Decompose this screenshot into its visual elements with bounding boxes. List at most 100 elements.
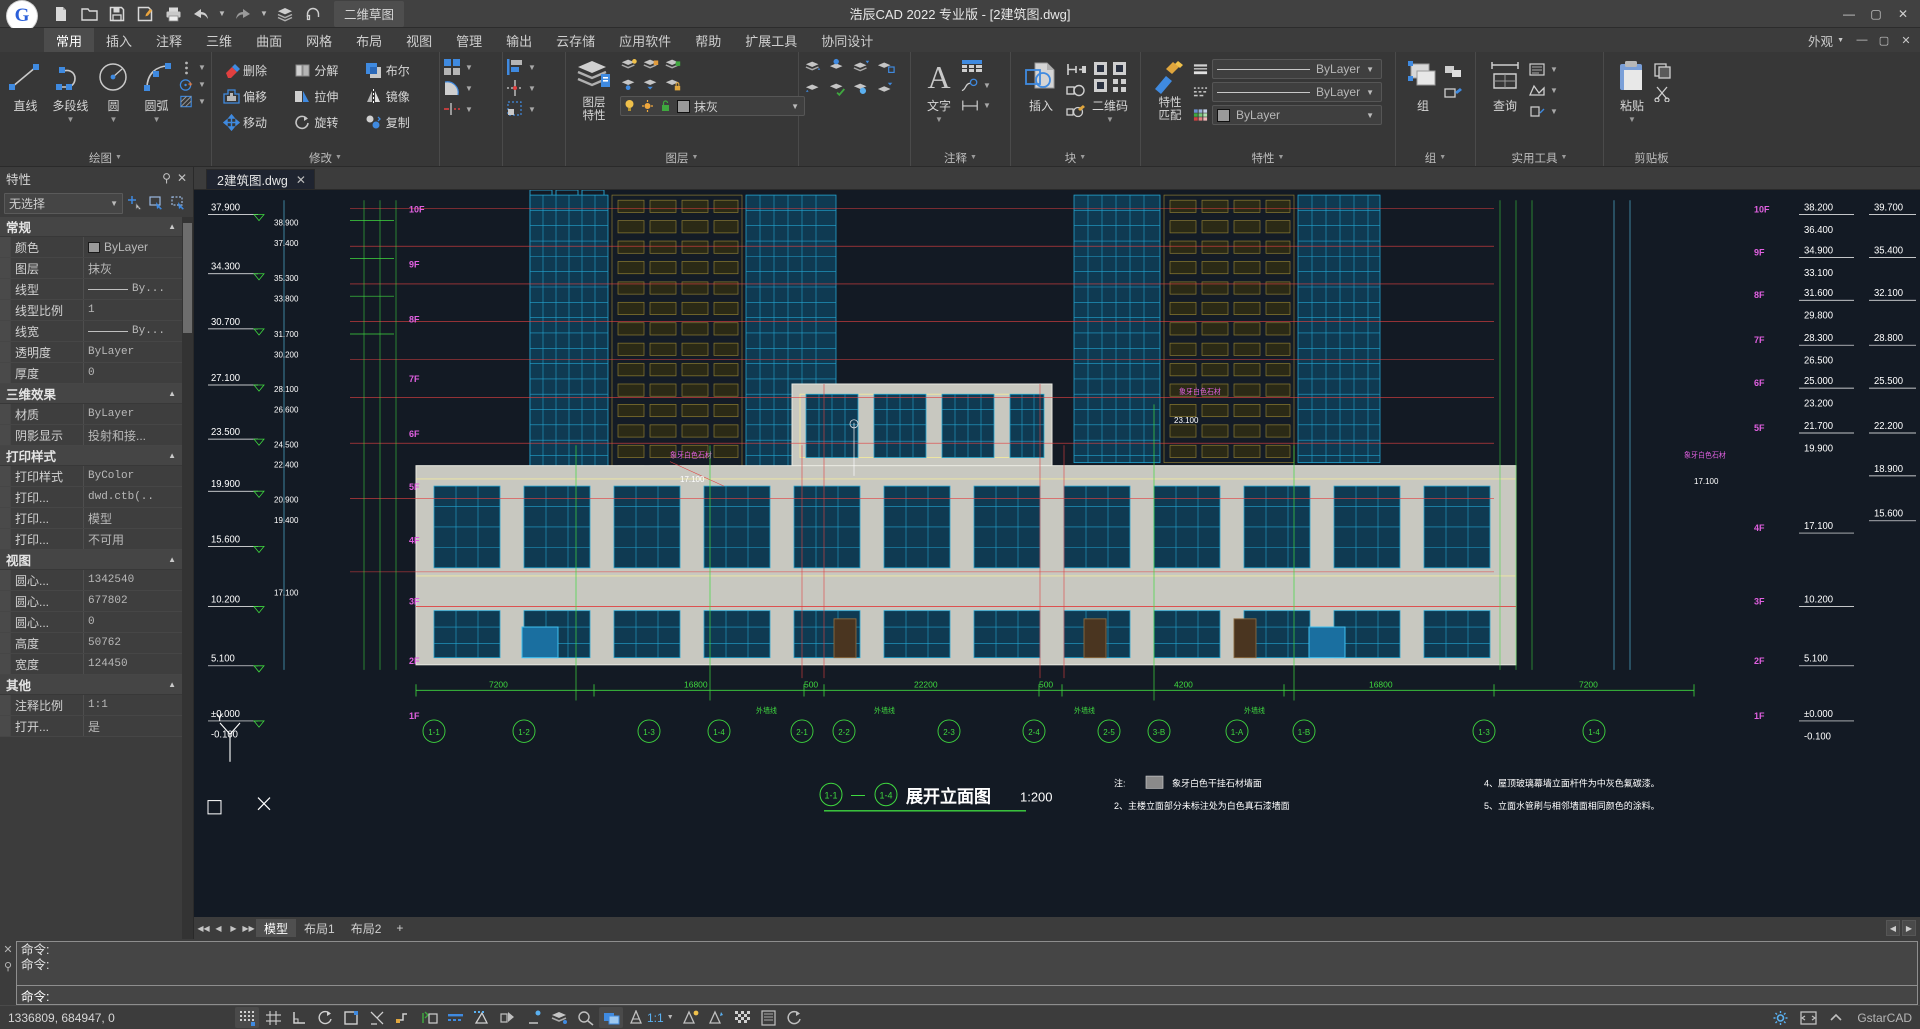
save-file-button[interactable] — [104, 2, 130, 26]
prop-value[interactable]: ByLayer — [84, 237, 182, 257]
quick-select-button[interactable] — [170, 194, 189, 213]
mirror-tool[interactable]: 镜像 — [363, 84, 436, 108]
status-grid-display-toggle[interactable] — [261, 1007, 285, 1028]
status-annotation-monitor-toggle[interactable] — [521, 1007, 545, 1028]
draw-more-caret-2-icon[interactable]: ▼ — [196, 80, 208, 89]
command-line-pin-icon[interactable]: ⚲ — [4, 960, 12, 973]
layer-unlock-icon[interactable] — [664, 56, 682, 74]
fillet-caret-icon[interactable]: ▼ — [463, 84, 475, 93]
maximize-button[interactable]: ▢ — [1863, 3, 1889, 25]
ribbon-tab-zhushi[interactable]: 注释 — [144, 28, 194, 52]
circle-tool[interactable]: 圆 ▼ — [93, 56, 134, 124]
properties-group-plotstyle[interactable]: 打印样式 ▲ — [0, 446, 182, 466]
ribbon-tab-yingyongruanjian[interactable]: 应用软件 — [607, 28, 683, 52]
annotation-panel-expand-caret-icon[interactable]: ▼ — [970, 154, 977, 161]
layout-prev-button[interactable]: ◀ — [211, 919, 226, 937]
draw-panel-expand-caret-icon[interactable]: ▼ — [115, 154, 122, 161]
command-line-close-icon[interactable]: ✕ — [3, 943, 12, 956]
ungroup-icon[interactable] — [1444, 62, 1462, 80]
property-row[interactable]: 透明度 ByLayer — [0, 342, 182, 363]
stretch-tool[interactable]: 拉伸 — [291, 84, 362, 108]
status-auto-scale-button[interactable] — [705, 1007, 729, 1028]
insert-block-tool[interactable]: 插入 — [1017, 56, 1065, 114]
status-object-snap-toggle[interactable] — [339, 1007, 363, 1028]
query-tool[interactable]: 查询 — [1482, 56, 1528, 114]
layout-tab-layout2[interactable]: 布局2 — [343, 919, 390, 937]
status-lineweight-toggle[interactable] — [443, 1007, 467, 1028]
array-tool-row[interactable]: ▼ — [443, 58, 475, 76]
break-caret-icon[interactable]: ▼ — [463, 105, 475, 114]
document-tab-close-icon[interactable]: ✕ — [296, 173, 306, 187]
break-tool-row[interactable]: ▼ — [443, 100, 475, 118]
layout-next-button[interactable]: ▶ — [226, 919, 241, 937]
ribbon-tab-qumian[interactable]: 曲面 — [244, 28, 294, 52]
app-logo[interactable]: G — [0, 0, 44, 31]
property-row[interactable]: 圆心... 1342540 — [0, 570, 182, 591]
leader-caret-icon[interactable]: ▼ — [981, 81, 993, 90]
draw-more-row-3[interactable]: ▼ — [179, 94, 208, 109]
util-caret-2-icon[interactable]: ▼ — [1548, 86, 1560, 95]
layer-previous-icon[interactable] — [829, 58, 847, 76]
property-row[interactable]: 线型 By... — [0, 279, 182, 300]
trim-caret-icon[interactable]: ▼ — [526, 84, 538, 93]
status-dynamic-input-toggle[interactable] — [417, 1007, 441, 1028]
scale-tool-row[interactable]: ▼ — [506, 100, 538, 118]
object-color-combo[interactable]: ByLayer ▼ — [1212, 105, 1382, 125]
leader-tool-row[interactable]: ▼ — [961, 76, 993, 94]
selection-combo[interactable]: 无选择 ▼ — [4, 192, 123, 214]
appearance-menu[interactable]: 外观 ▼ — [1802, 31, 1850, 50]
ribbon-tab-wangge[interactable]: 网格 — [294, 28, 344, 52]
explode-tool[interactable]: 分解 — [291, 58, 362, 82]
prop-value[interactable]: By... — [84, 279, 182, 299]
hscroll-right-button[interactable]: ▶ — [1902, 920, 1916, 936]
group-edit-icon[interactable] — [1444, 84, 1462, 102]
ribbon-tab-charu[interactable]: 插入 — [94, 28, 144, 52]
group-tool[interactable]: 组 — [1402, 56, 1444, 114]
selection-caret-icon[interactable]: ▼ — [110, 199, 118, 208]
layout-first-button[interactable]: ◀◀ — [196, 919, 211, 937]
layer-on-icon[interactable] — [620, 76, 638, 94]
prop-value[interactable]: ByLayer — [84, 342, 182, 362]
status-clean-screen-icon[interactable] — [1796, 1007, 1820, 1028]
property-row[interactable]: 线宽 By... — [0, 321, 182, 342]
line-tool[interactable]: 直线 — [3, 56, 48, 114]
prop-value[interactable]: 50762 — [84, 633, 182, 653]
copy-tool[interactable]: 复制 — [363, 110, 436, 134]
array-caret-icon[interactable]: ▼ — [463, 63, 475, 72]
ribbon-tab-shuchu[interactable]: 输出 — [494, 28, 544, 52]
trim-tool-row[interactable]: ▼ — [506, 79, 538, 97]
lineweight-combo[interactable]: ByLayer ▼ — [1212, 59, 1382, 79]
property-row[interactable]: 打印... 模型 — [0, 508, 182, 529]
text-dropdown-caret-icon[interactable]: ▼ — [935, 116, 943, 124]
property-row[interactable]: 图层 抹灰 — [0, 258, 182, 279]
layer-bulb-icon[interactable] — [623, 99, 637, 113]
property-row[interactable]: 打印样式 ByColor — [0, 466, 182, 487]
status-object-snap-tracking-toggle[interactable] — [365, 1007, 389, 1028]
prop-value[interactable]: 抹灰 — [84, 258, 182, 278]
properties-group-general[interactable]: 常规 ▲ — [0, 217, 182, 237]
util-row-1[interactable]: ▼ — [1528, 60, 1560, 78]
group-view-collapse-icon[interactable]: ▲ — [168, 555, 176, 564]
block-attribute-icon[interactable] — [1065, 81, 1087, 99]
object-color-caret-icon[interactable]: ▼ — [1366, 111, 1377, 120]
ribbon-tab-kuozhangongju[interactable]: 扩展工具 — [733, 28, 809, 52]
scale-caret-icon[interactable]: ▼ — [526, 105, 538, 114]
lineweight-caret-icon[interactable]: ▼ — [1366, 65, 1377, 74]
properties-scrollbar[interactable] — [182, 217, 193, 939]
arc-tool[interactable]: 圆弧 ▼ — [134, 56, 179, 124]
dimension-tool-row[interactable]: ▼ — [961, 96, 993, 114]
group-pl­otstyle-collapse-icon[interactable]: ▲ — [168, 451, 176, 460]
close-button[interactable]: ✕ — [1890, 3, 1916, 25]
command-line-box[interactable]: 命令: 命令: 命令: — [16, 941, 1918, 1005]
layer-lock-icon[interactable] — [664, 76, 682, 94]
layer-merge-icon[interactable] — [853, 58, 871, 76]
status-model-space-button[interactable] — [599, 1007, 623, 1028]
prop-value[interactable]: 0 — [84, 363, 182, 383]
fillet-tool-row[interactable]: ▼ — [443, 79, 475, 97]
save-as-button[interactable] — [132, 2, 158, 26]
layer-freeze-icon[interactable] — [642, 56, 660, 74]
layer-isolate-icon[interactable] — [620, 56, 638, 74]
block-edit-attr-icon[interactable] — [1065, 102, 1087, 120]
ribbon-tab-guanli[interactable]: 管理 — [444, 28, 494, 52]
property-row[interactable]: 注释比例 1:1 — [0, 695, 182, 716]
